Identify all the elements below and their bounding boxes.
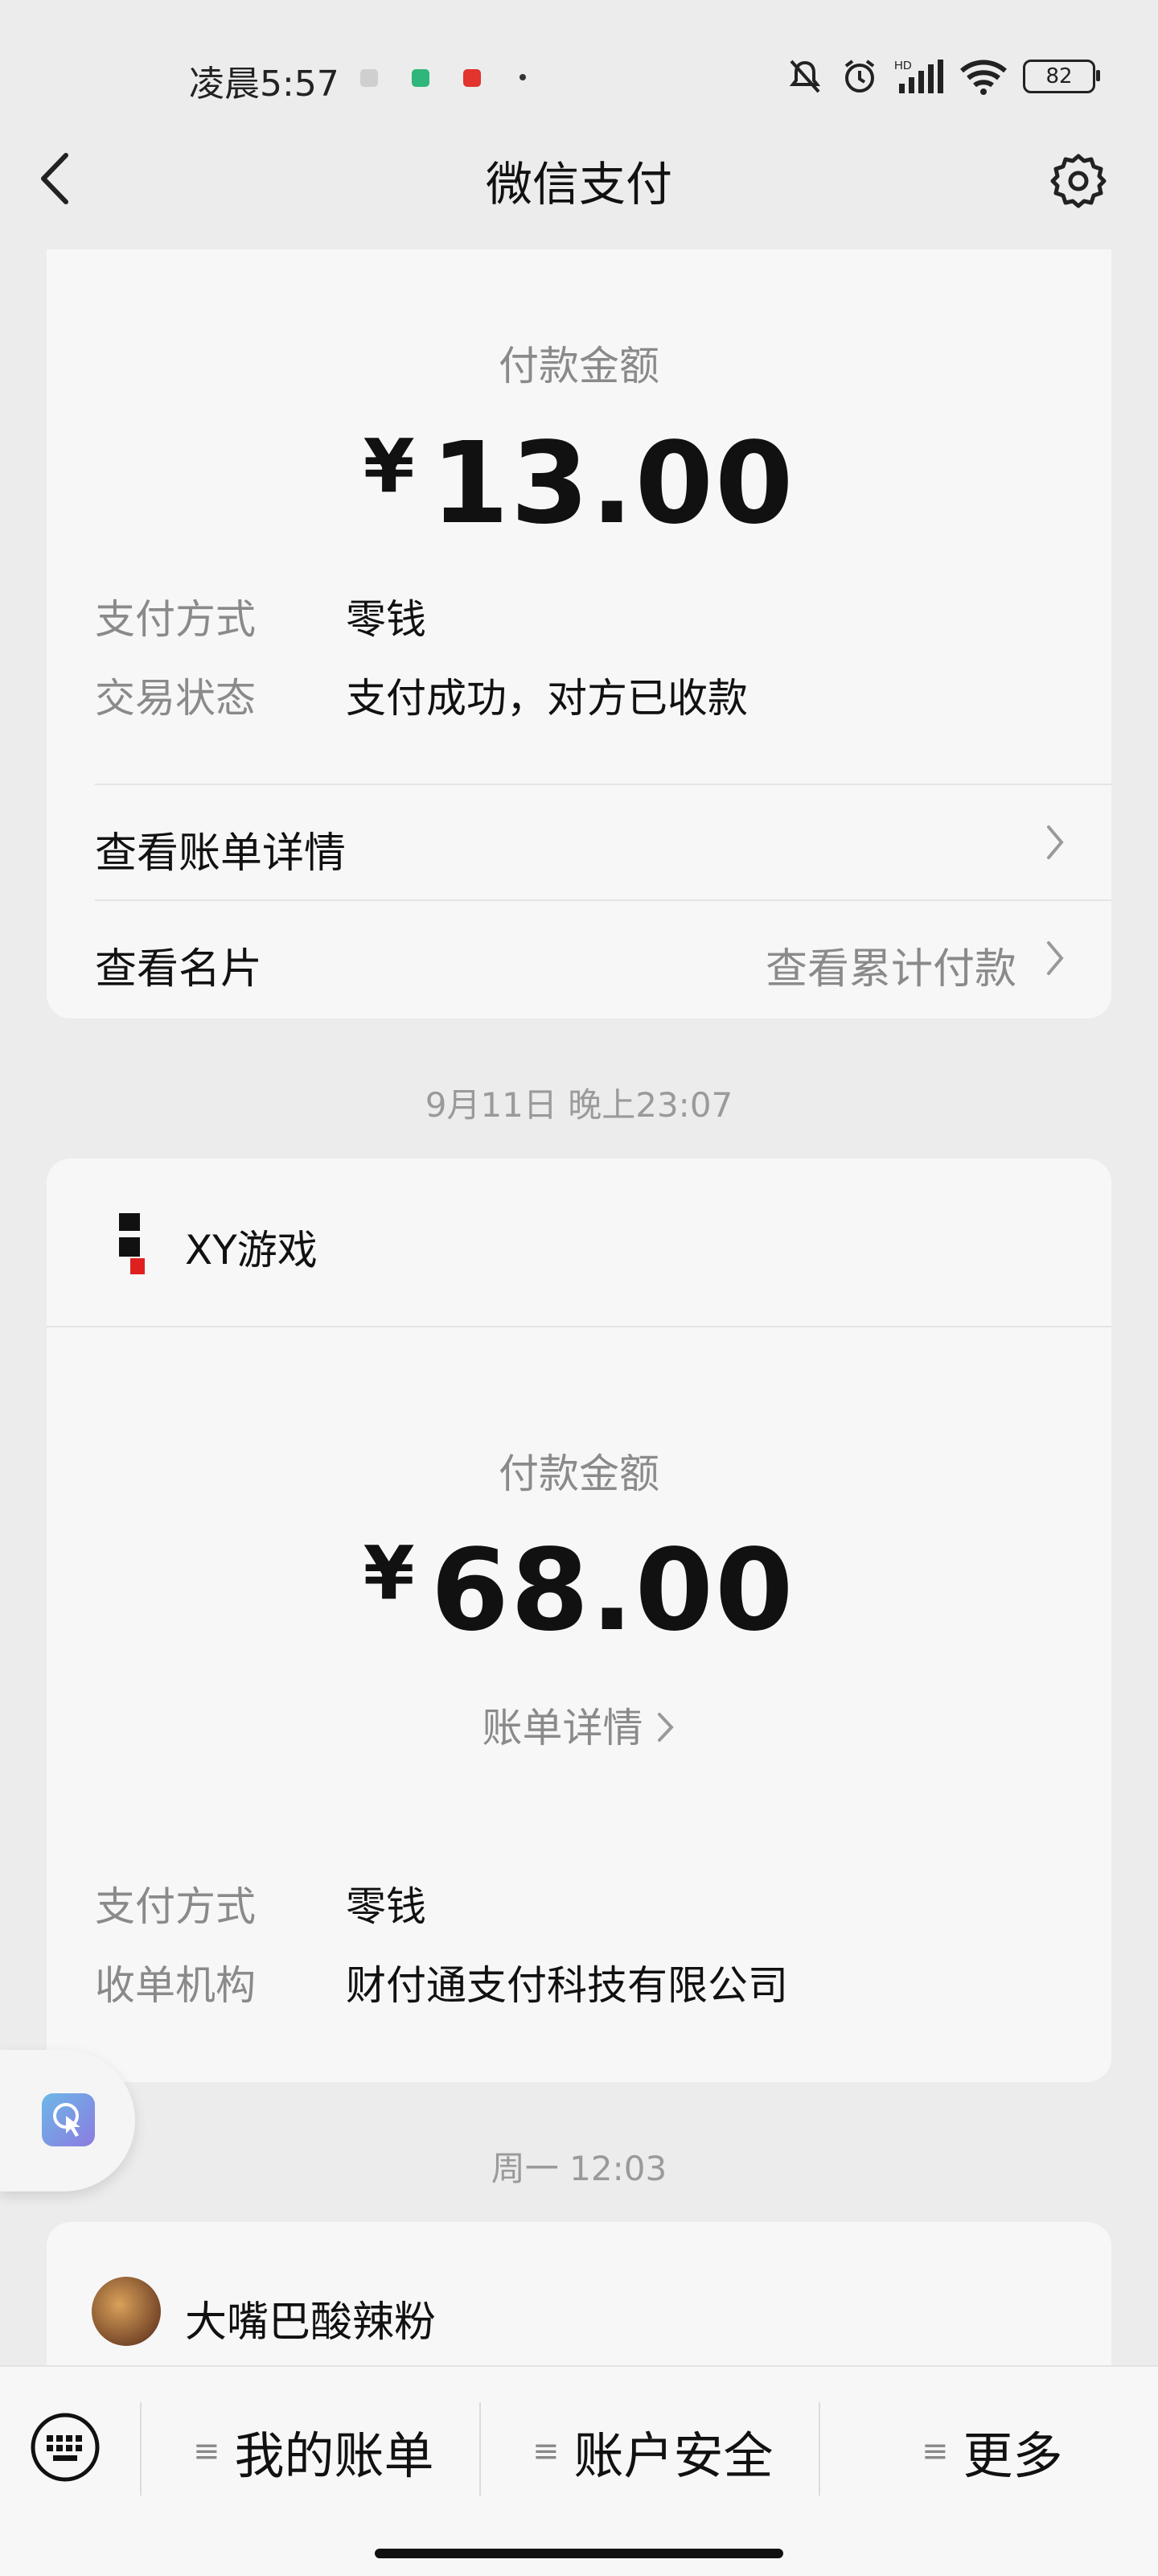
status-time: 凌晨5:57 [189, 64, 339, 105]
menu-label: 账户安全 [573, 2426, 774, 2485]
chevron-right-icon [1047, 825, 1064, 859]
detail-value: 零钱 [346, 1883, 426, 1930]
mute-bell-icon [789, 60, 821, 93]
menu-account-security[interactable]: ≡ 账户安全 [532, 2415, 774, 2488]
signal-hd-icon: HD [894, 59, 943, 93]
menu-separator [140, 2402, 142, 2496]
view-cumulative-payment-link[interactable]: 查看累计付款 [766, 935, 1016, 995]
home-indicator[interactable] [375, 2549, 783, 2558]
merchant-avatar [92, 2277, 161, 2346]
wifi-icon [960, 60, 1007, 95]
currency-symbol: ¥ [363, 423, 417, 509]
detail-value: 支付成功，对方已收款 [346, 675, 748, 722]
detail-label: 支付方式 [95, 596, 256, 643]
menu-label: 更多 [963, 2426, 1063, 2485]
detail-value: 财付通支付科技有限公司 [346, 1962, 788, 2009]
detail-label: 收单机构 [95, 1962, 256, 2009]
battery-indicator: 82 [1023, 60, 1100, 93]
menu-lines-icon: ≡ [532, 2433, 560, 2470]
detail-label: 交易状态 [95, 675, 256, 722]
amount-label: 付款金额 [499, 343, 659, 389]
menu-lines-icon: ≡ [193, 2433, 220, 2470]
chevron-right-icon [1047, 941, 1064, 975]
view-bill-details-row[interactable]: 查看账单详情 [47, 785, 1111, 899]
more-notifications-dot-icon [519, 74, 526, 80]
menu-separator [479, 2402, 481, 2496]
payment-card-2[interactable]: XY游戏 付款金额 ¥68.00 账单详情 支付方式 零钱 收单机构 财付通支付… [47, 1158, 1111, 2082]
menu-label: 我的账单 [234, 2426, 434, 2485]
keyboard-icon[interactable] [29, 2411, 101, 2483]
xy-game-logo-icon [119, 1213, 151, 1274]
chevron-right-icon [657, 1713, 674, 1742]
detail-value: 零钱 [346, 596, 426, 643]
view-card-link: 查看名片 [95, 945, 263, 994]
page-title: 微信支付 [485, 157, 672, 212]
menu-separator [819, 2402, 820, 2496]
notification-shield-icon [412, 69, 429, 87]
merchant-name: XY游戏 [185, 1227, 318, 1274]
payment-amount: ¥13.00 [47, 418, 1111, 549]
view-card-row[interactable]: 查看名片 查看累计付款 [47, 901, 1111, 1018]
bill-details-label: 账单详情 [482, 1705, 643, 1751]
view-bill-details-link: 查看账单详情 [95, 829, 347, 878]
menu-lines-icon: ≡ [922, 2433, 949, 2470]
amount-value: 13.00 [430, 418, 795, 549]
detail-label: 支付方式 [95, 1883, 256, 1930]
menu-my-bills[interactable]: ≡ 我的账单 [193, 2415, 434, 2488]
payment-amount: ¥68.00 [47, 1525, 1111, 1656]
menu-more[interactable]: ≡ 更多 [922, 2415, 1063, 2488]
notification-app-icon [360, 69, 378, 87]
tap-cursor-icon [42, 2093, 95, 2146]
currency-symbol: ¥ [363, 1530, 417, 1616]
bill-details-link[interactable]: 账单详情 [47, 1696, 1111, 1754]
notification-red-app-icon [463, 69, 481, 87]
status-icons: HD 82 [785, 56, 1100, 97]
bottom-menu-bar: ≡ 我的账单 ≡ 账户安全 ≡ 更多 [0, 2365, 1158, 2576]
alarm-icon [844, 60, 875, 93]
divider [47, 1326, 1111, 1327]
merchant-name: 大嘴巴酸辣粉 [185, 2298, 437, 2347]
message-timestamp: 9月11日 晚上23:07 [425, 1085, 733, 1125]
amount-label: 付款金额 [499, 1451, 659, 1497]
settings-gear-icon[interactable] [1049, 151, 1108, 211]
payment-card-1: 付款金额 ¥13.00 支付方式 零钱 交易状态 支付成功，对方已收款 查看账单… [47, 249, 1111, 1018]
message-timestamp: 周一 12:03 [491, 2149, 667, 2188]
svg-text:HD: HD [894, 59, 912, 72]
amount-value: 68.00 [430, 1525, 795, 1656]
